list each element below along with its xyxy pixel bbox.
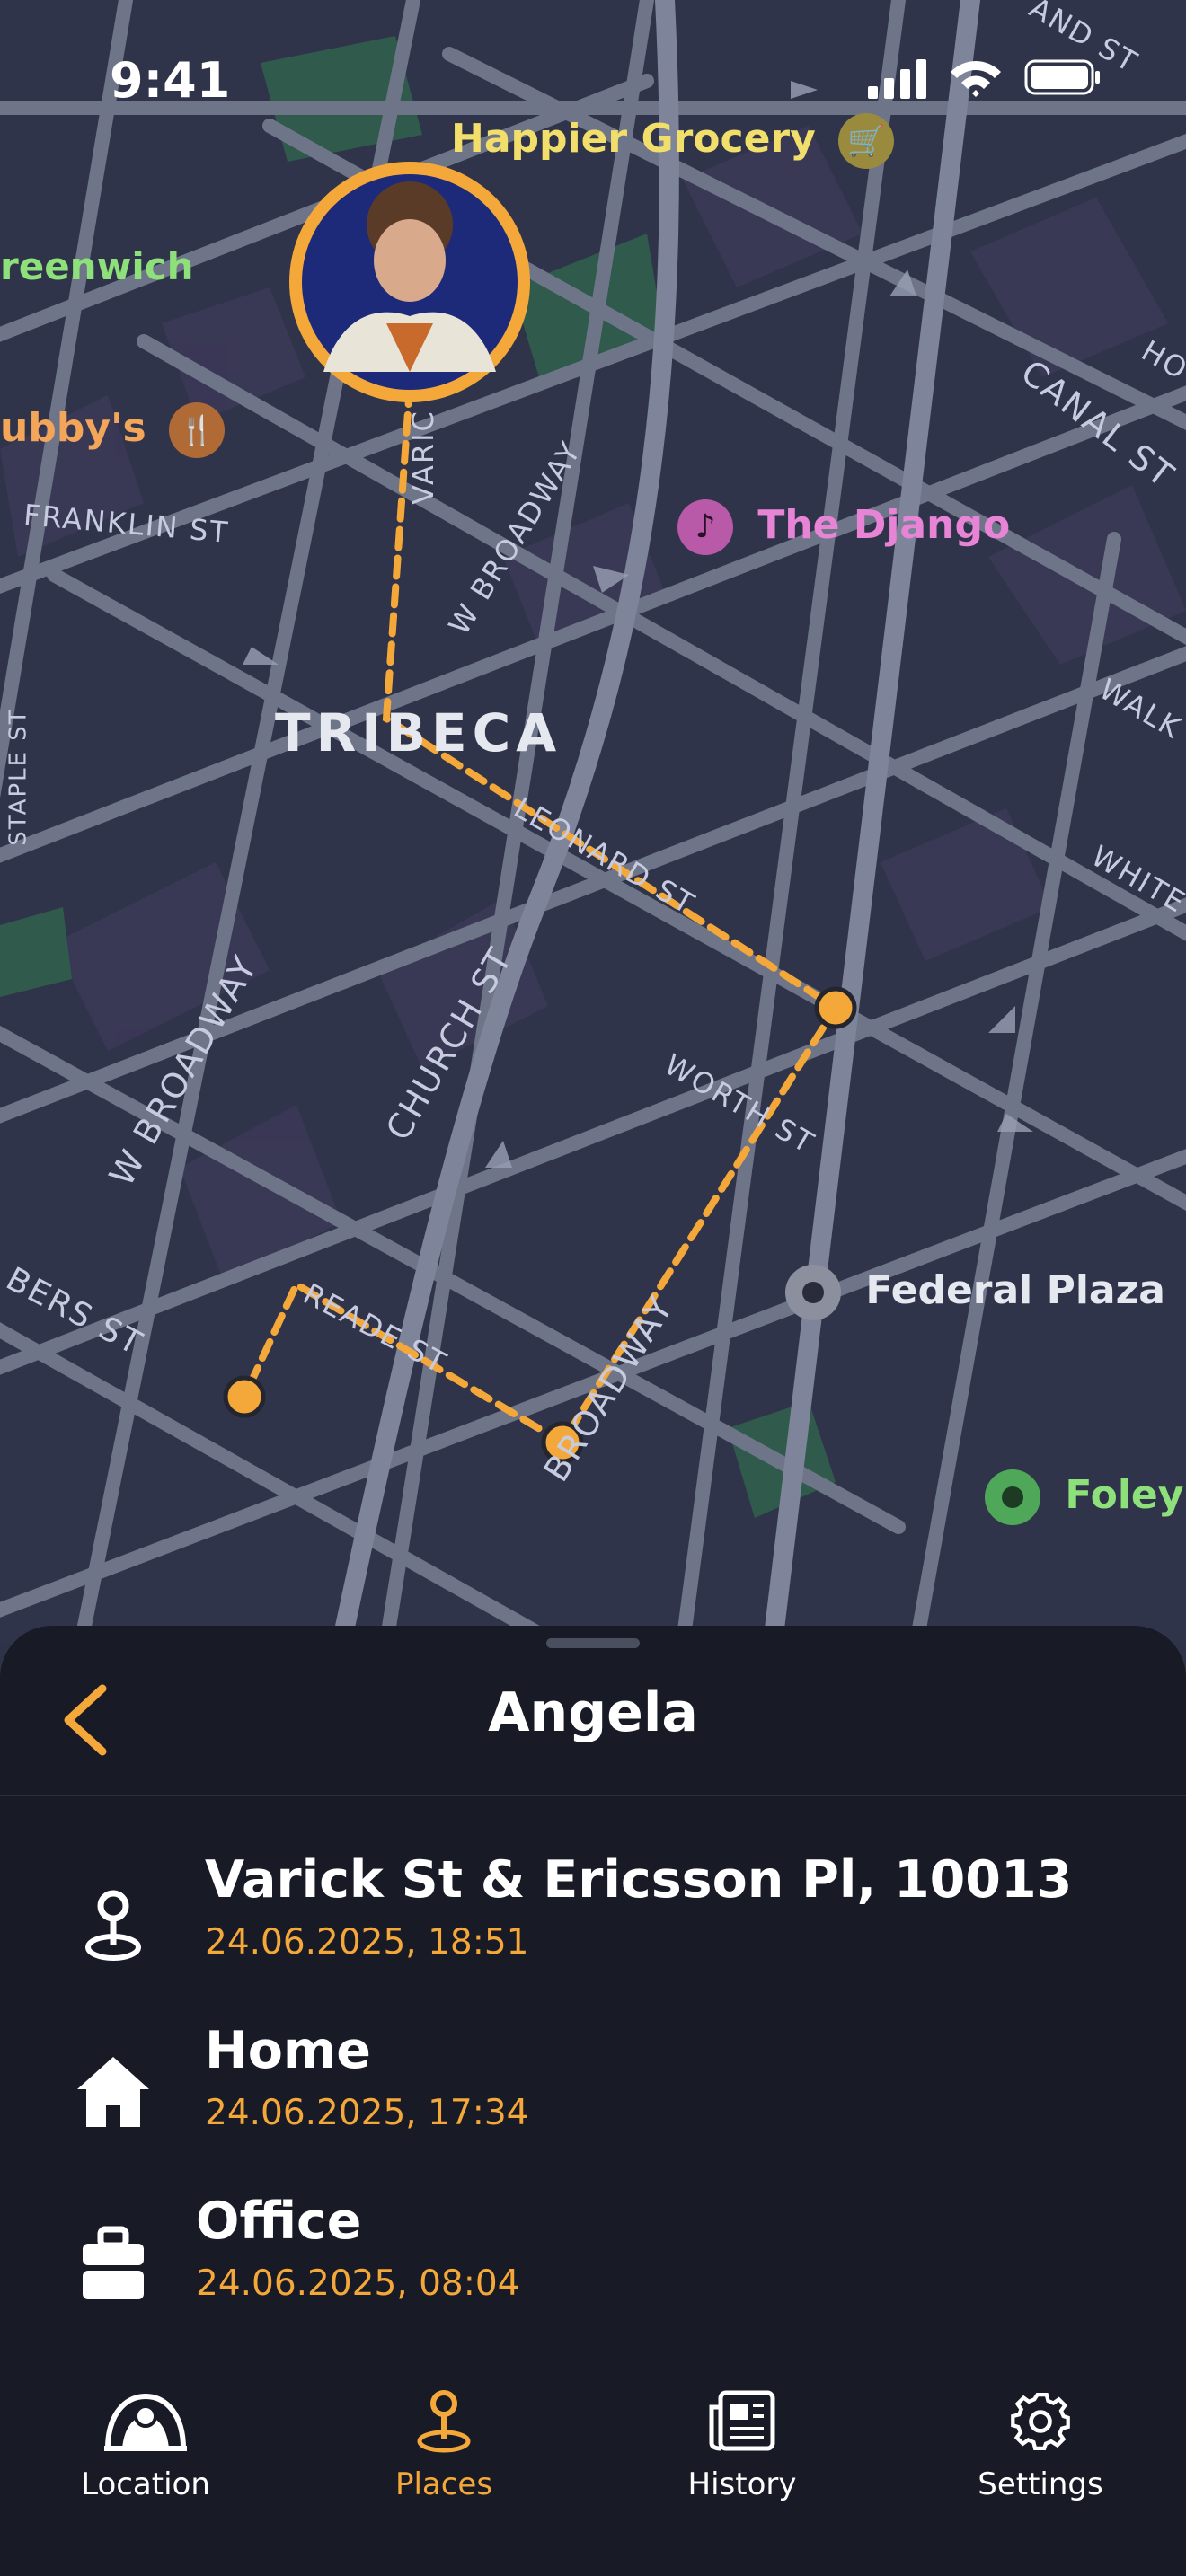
signal-icon <box>868 59 926 99</box>
tab-location[interactable]: Location <box>47 2389 244 2524</box>
poi-greenwich: reenwich <box>0 244 194 288</box>
place-item[interactable]: Varick St & Ericsson Pl, 10013 24.06.202… <box>0 1850 1186 1994</box>
tab-bar: Location Places History Settings <box>0 2353 1186 2576</box>
page-title: Angela <box>488 1681 698 1744</box>
fork-knife-icon: 🍴 <box>169 402 225 458</box>
location-radar-icon <box>104 2393 187 2451</box>
district-label: TRIBECA <box>275 702 562 763</box>
briefcase-icon <box>83 2226 144 2299</box>
status-bar: 9:41 <box>0 52 1186 109</box>
user-avatar-marker[interactable] <box>289 162 530 402</box>
poi-federal-plaza[interactable]: Federal Plaza <box>785 1265 1165 1320</box>
tab-settings[interactable]: Settings <box>942 2389 1139 2524</box>
music-note-icon: ♪ <box>677 499 733 555</box>
transit-icon <box>785 1265 841 1320</box>
location-pin-icon <box>85 1890 141 1961</box>
place-name: Varick St & Ericsson Pl, 10013 <box>205 1850 1073 1910</box>
poi-happier-grocery[interactable]: Happier Grocery 🛒 <box>451 113 895 169</box>
screen: Happier Grocery 🛒 reenwich ubby's 🍴 ♪ Th… <box>0 0 1186 2576</box>
park-icon <box>985 1469 1040 1525</box>
tab-label: Location <box>81 2466 210 2502</box>
location-pin-icon <box>417 2390 471 2453</box>
tab-label: History <box>687 2466 797 2502</box>
poi-the-django[interactable]: ♪ The Django <box>677 499 1010 555</box>
tab-label: Places <box>394 2466 493 2502</box>
place-item[interactable]: Office 24.06.2025, 08:04 <box>0 2192 1186 2335</box>
sheet-grabber[interactable] <box>546 1638 640 1648</box>
place-name: Home <box>205 2021 371 2080</box>
tab-history[interactable]: History <box>643 2389 841 2524</box>
newspaper-icon <box>709 2390 775 2451</box>
place-time: 24.06.2025, 18:51 <box>205 1922 529 1963</box>
status-time: 9:41 <box>110 52 231 109</box>
tab-places[interactable]: Places <box>345 2389 543 2524</box>
tab-label: Settings <box>978 2466 1103 2502</box>
divider <box>0 1795 1186 1796</box>
street-label: VARIC <box>405 410 440 505</box>
cart-icon: 🛒 <box>838 113 895 169</box>
wifi-icon <box>951 61 1001 97</box>
place-item[interactable]: Home 24.06.2025, 17:34 <box>0 2021 1186 2165</box>
poi-restaurant[interactable]: ubby's 🍴 <box>0 402 225 458</box>
place-name: Office <box>196 2192 362 2251</box>
battery-icon <box>1024 59 1100 95</box>
home-icon <box>77 2057 149 2127</box>
place-time: 24.06.2025, 17:34 <box>205 2093 529 2133</box>
street-label: STAPLE ST <box>4 708 32 846</box>
poi-foley-square[interactable]: Foley S <box>985 1469 1186 1525</box>
gear-icon <box>1011 2393 1070 2450</box>
place-time: 24.06.2025, 08:04 <box>196 2263 520 2304</box>
